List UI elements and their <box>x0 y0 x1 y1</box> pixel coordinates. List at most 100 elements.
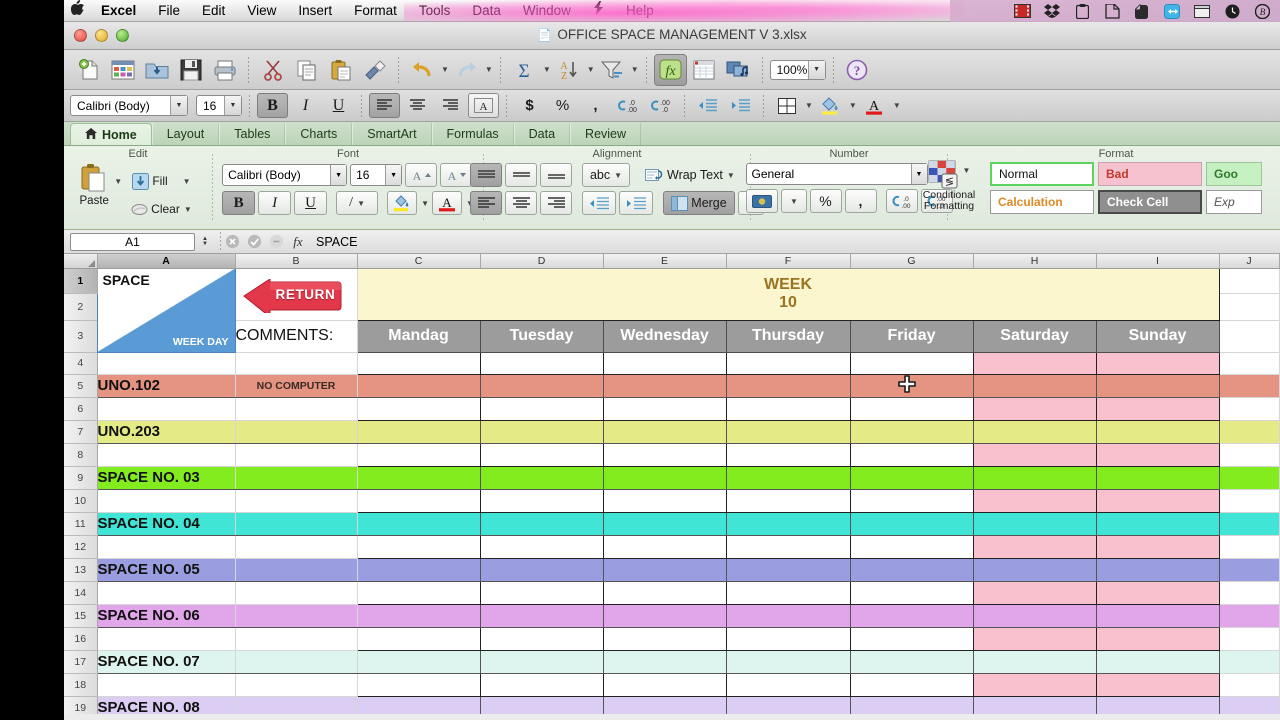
ribbon-font-size-combo[interactable]: 16 ▼ <box>350 164 403 186</box>
window-icon[interactable] <box>1188 0 1216 22</box>
increase-indent-button[interactable] <box>725 93 756 118</box>
menu-format[interactable]: Format <box>343 0 408 22</box>
empty-cell-a[interactable] <box>97 443 236 467</box>
cell-wednesday-14[interactable] <box>602 580 727 605</box>
menu-window[interactable]: Window <box>512 0 582 22</box>
style-calculation[interactable]: Calculation <box>990 190 1094 214</box>
cell-sunday-14[interactable] <box>1095 580 1220 605</box>
ribbon-align-left-button[interactable] <box>470 191 502 215</box>
cell-monday-17[interactable] <box>356 649 481 674</box>
cell-tuesday-14[interactable] <box>479 580 604 605</box>
row-header-5[interactable]: 5 <box>64 374 98 398</box>
ribbon-font-color-button[interactable]: A <box>432 191 462 215</box>
cell-sunday-12[interactable] <box>1095 534 1220 559</box>
percent-button[interactable]: % <box>547 93 578 118</box>
empty-cell-a[interactable] <box>97 535 236 559</box>
strikethrough-dropdown-arrow[interactable]: ▼ <box>357 199 365 208</box>
cell-monday-15[interactable] <box>356 603 481 628</box>
cell-saturday-9[interactable] <box>972 465 1097 490</box>
cell-wednesday-16[interactable] <box>602 626 727 651</box>
merge-button[interactable]: Merge <box>663 191 735 215</box>
cell-sunday-9[interactable] <box>1095 465 1220 490</box>
ribbon-font-name-combo[interactable]: Calibri (Body) ▼ <box>222 164 348 186</box>
font-size-dropdown-arrow[interactable]: ▼ <box>224 96 241 115</box>
bold-button[interactable]: B <box>257 93 288 118</box>
fill-button[interactable]: Fill ▼ <box>126 169 197 193</box>
style-check-cell[interactable]: Check Cell <box>1098 190 1202 214</box>
cell-monday-12[interactable] <box>356 534 481 559</box>
menu-help[interactable]: Help <box>615 0 665 22</box>
comment-cell[interactable] <box>235 419 358 444</box>
zoom-dropdown-arrow[interactable]: ▼ <box>807 60 825 79</box>
currency-button[interactable]: $ <box>514 93 545 118</box>
ribbon-increase-indent-button[interactable] <box>619 191 653 215</box>
cell-tuesday-11[interactable] <box>479 511 604 536</box>
cell-monday-7[interactable] <box>356 419 481 444</box>
cell-j-9[interactable] <box>1219 466 1280 490</box>
cell-tuesday-9[interactable] <box>479 465 604 490</box>
align-middle-button[interactable] <box>505 163 537 187</box>
cell-tuesday-4[interactable] <box>479 351 604 375</box>
paste-dropdown-arrow[interactable]: ▼ <box>114 177 122 186</box>
redo-dropdown-arrow[interactable]: ▼ <box>485 65 493 74</box>
cell-week-banner[interactable]: WEEK 10 <box>356 267 1220 321</box>
currency-dropdown-arrow[interactable]: ▼ <box>780 189 807 213</box>
cell-wednesday-6[interactable] <box>602 396 727 421</box>
row-header-3[interactable]: 3 <box>64 320 98 353</box>
cell-sunday-15[interactable] <box>1095 603 1220 628</box>
empty-cell-a[interactable] <box>97 489 236 513</box>
select-all-corner[interactable] <box>64 254 98 269</box>
cell-friday-7[interactable] <box>849 419 974 444</box>
row-header-9[interactable]: 9 <box>64 466 98 490</box>
cell-j-12[interactable] <box>1219 535 1280 559</box>
cell-saturday-4[interactable] <box>972 351 1097 375</box>
empty-cell-b[interactable] <box>235 489 358 513</box>
ribbon-font-name-arrow[interactable]: ▼ <box>330 165 347 185</box>
column-header-a[interactable]: A <box>97 254 236 269</box>
cell-wednesday-19[interactable] <box>602 695 727 714</box>
column-header-g[interactable]: G <box>850 254 974 269</box>
apple-menu-icon[interactable] <box>64 0 90 22</box>
row-header-17[interactable]: 17 <box>64 650 98 674</box>
cell-thursday-14[interactable] <box>725 580 851 605</box>
autosum-dropdown-arrow[interactable]: ▼ <box>543 65 551 74</box>
ribbon-decrease-indent-button[interactable] <box>582 191 616 215</box>
menu-tools[interactable]: Tools <box>408 0 462 22</box>
menu-file[interactable]: File <box>147 0 191 22</box>
cell-tuesday-13[interactable] <box>479 557 604 582</box>
space-label-cell[interactable]: SPACE NO. 04 <box>96 511 236 536</box>
cell-a1[interactable]: SPACE WEEK DAY <box>96 267 236 353</box>
cell-thursday-17[interactable] <box>725 649 851 674</box>
cell-j3[interactable] <box>1219 320 1280 353</box>
cell-saturday-5[interactable] <box>972 373 1097 398</box>
font-color-dropdown-arrow[interactable]: ▼ <box>893 101 901 110</box>
cell-wednesday-18[interactable] <box>602 672 727 697</box>
menu-edit[interactable]: Edit <box>191 0 236 22</box>
cell-friday-8[interactable] <box>849 442 974 467</box>
cell-friday-13[interactable] <box>849 557 974 582</box>
space-label-cell[interactable]: UNO.203 <box>96 419 236 444</box>
cell-j-16[interactable] <box>1219 627 1280 651</box>
comment-cell[interactable] <box>235 511 358 536</box>
accept-icon[interactable] <box>243 231 265 253</box>
cell-tuesday-8[interactable] <box>479 442 604 467</box>
cell-monday-4[interactable] <box>356 351 481 375</box>
empty-cell-b[interactable] <box>235 443 358 467</box>
cell-saturday-19[interactable] <box>972 695 1097 714</box>
clear-button[interactable]: Clear ▼ <box>126 197 197 221</box>
empty-cell-b[interactable] <box>235 627 358 651</box>
toolbox-icon[interactable] <box>688 54 721 86</box>
window-title-bar[interactable]: 📄 OFFICE SPACE MANAGEMENT V 3.xlsx <box>64 22 1280 50</box>
cell-j-17[interactable] <box>1219 650 1280 674</box>
clock-icon[interactable] <box>1218 0 1246 22</box>
align-top-button[interactable] <box>470 163 502 187</box>
strikethrough-button[interactable]: / ▼ <box>336 191 379 215</box>
style-explanatory[interactable]: Exp <box>1206 190 1262 214</box>
cell-wednesday-9[interactable] <box>602 465 727 490</box>
font-name-combo[interactable]: Calibri (Body) ▼ <box>70 95 188 116</box>
day-header-tuesday[interactable]: Tuesday <box>479 319 604 353</box>
cell-wednesday-5[interactable] <box>602 373 727 398</box>
cell-tuesday-10[interactable] <box>479 488 604 513</box>
ribbon-align-center-button[interactable] <box>505 191 537 215</box>
cell-tuesday-12[interactable] <box>479 534 604 559</box>
